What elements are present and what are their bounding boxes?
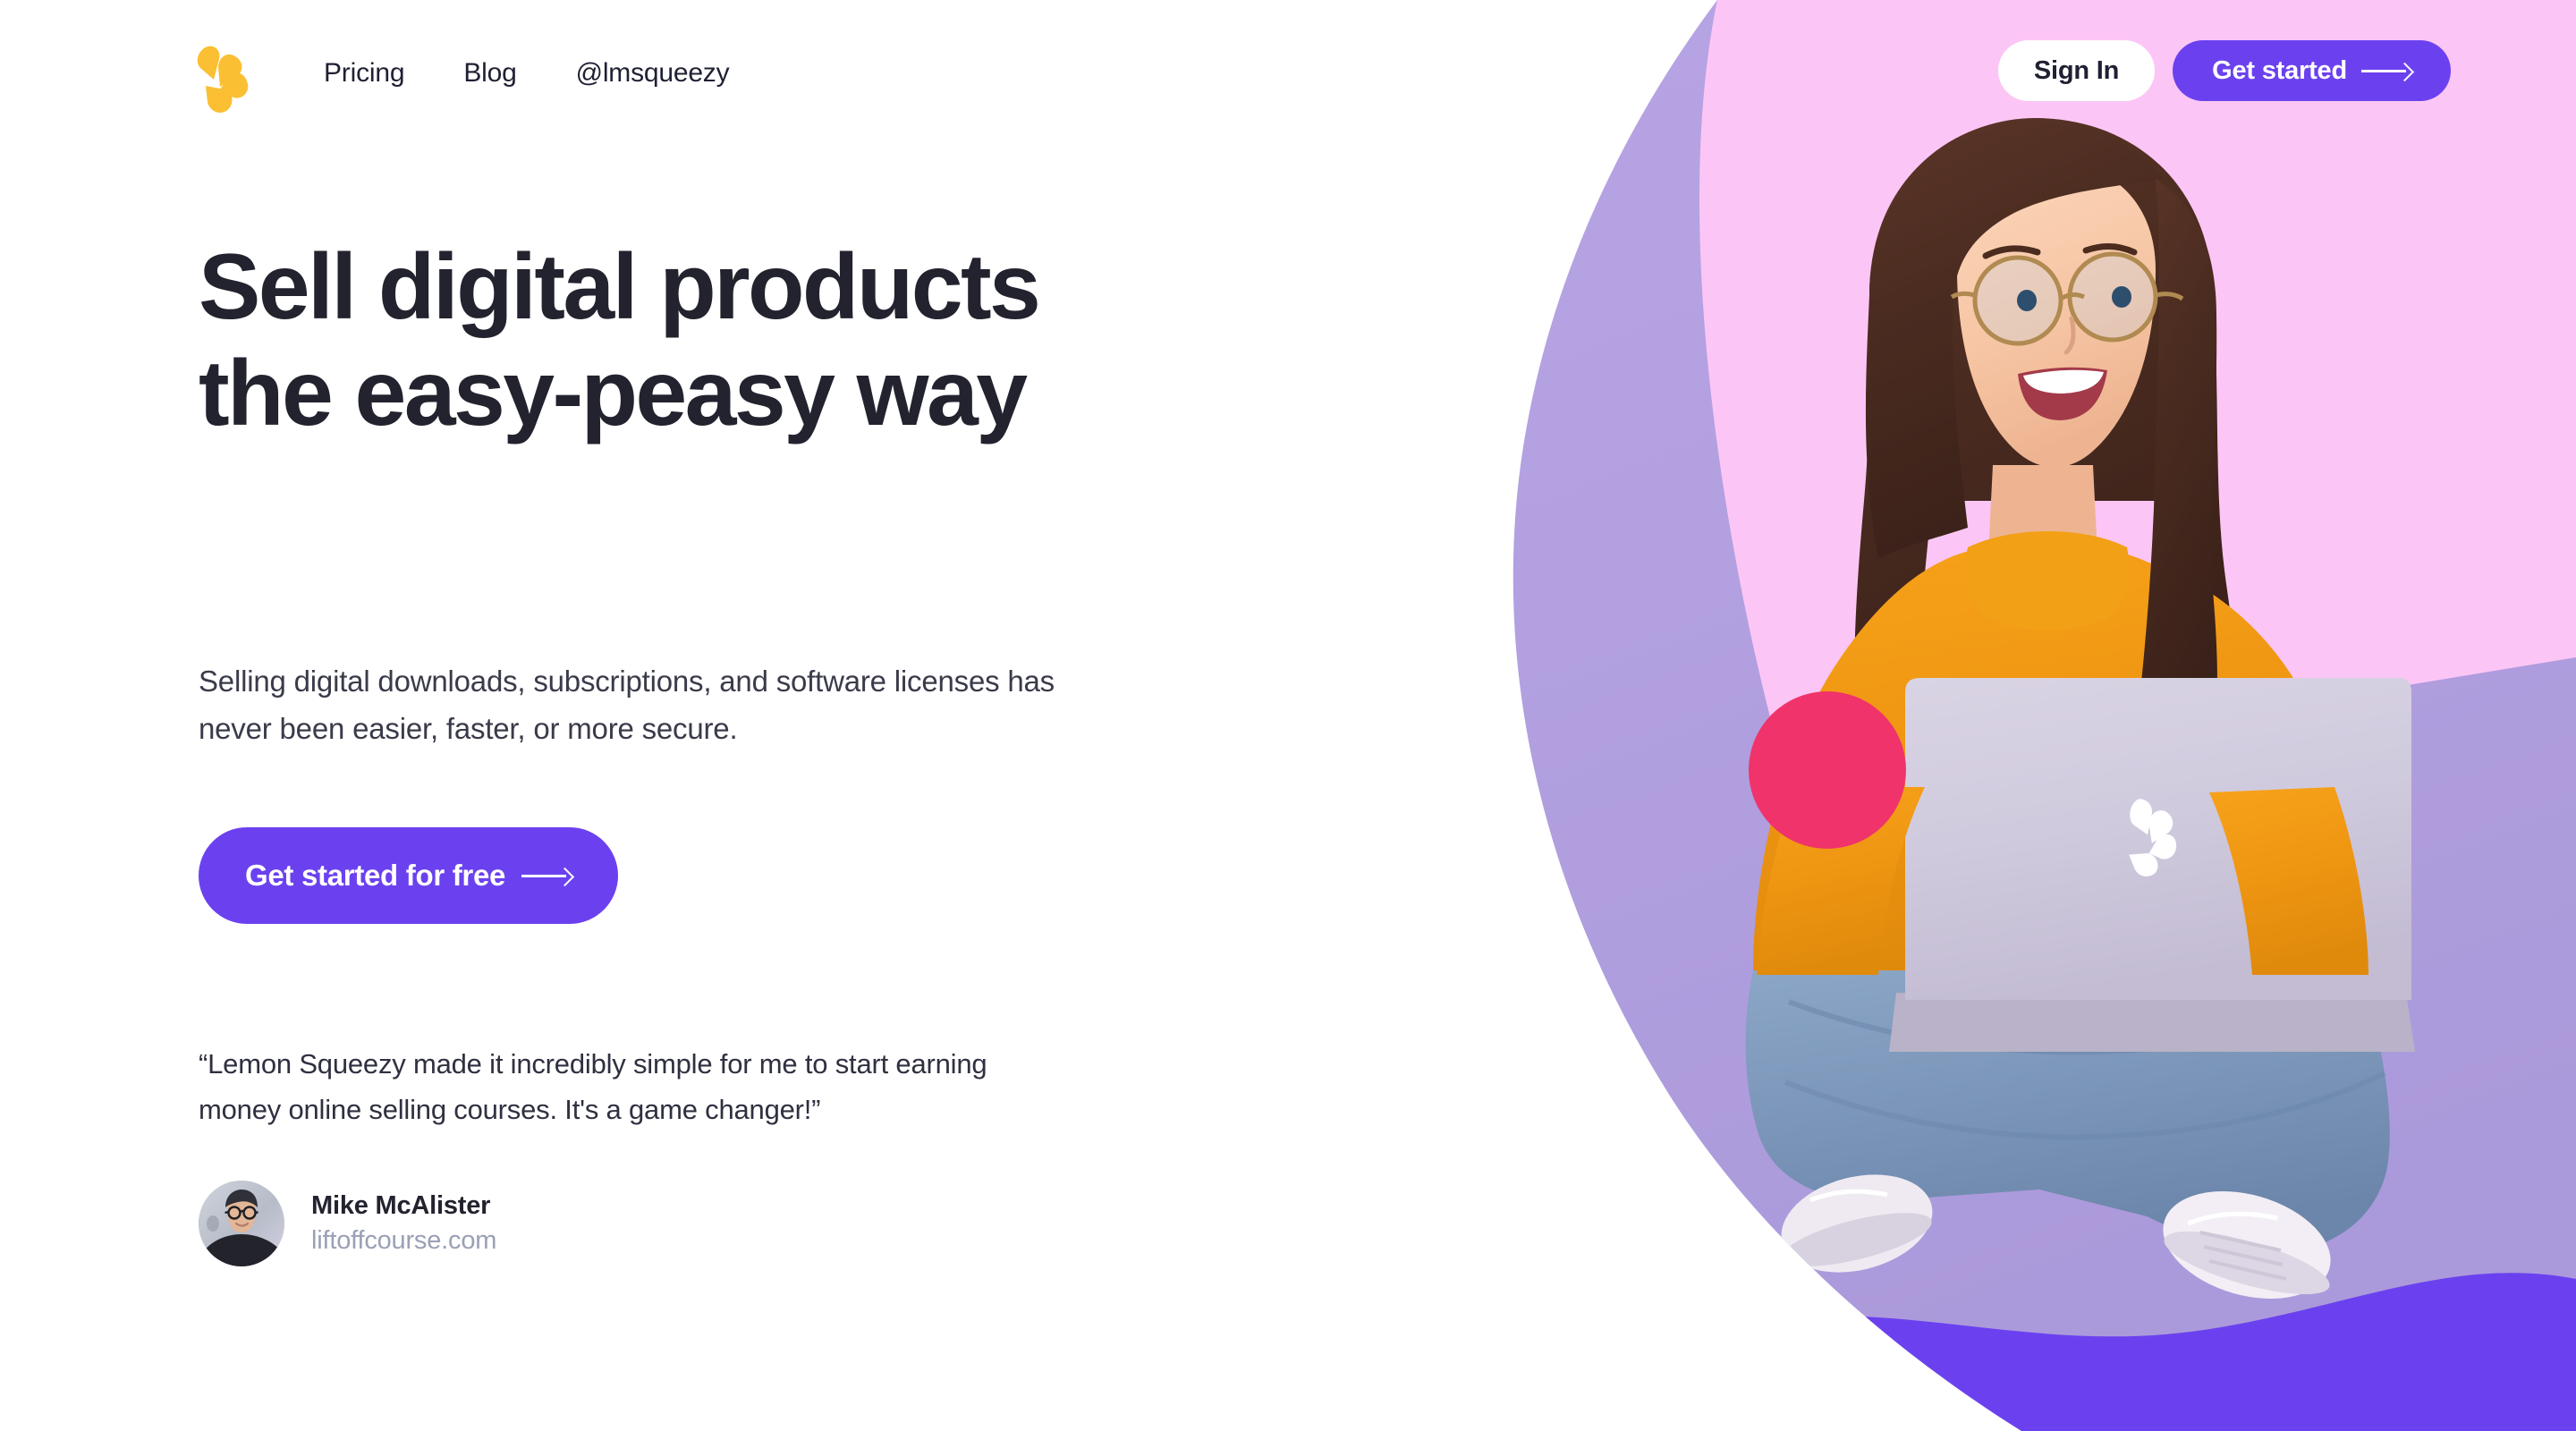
testimonial-author: Mike McAlister liftoffcourse.com — [199, 1181, 496, 1266]
long-arrow-right-icon — [521, 868, 572, 884]
purple-half-circle-bottom — [1513, 1173, 1583, 1278]
nav-link-blog[interactable]: Blog — [463, 55, 516, 91]
testimonial-quote: “Lemon Squeezy made it incredibly simple… — [199, 1048, 987, 1126]
get-started-for-free-label: Get started for free — [245, 859, 506, 892]
author-text: Mike McAlister liftoffcourse.com — [311, 1191, 496, 1256]
hero-image-panel — [1252, 0, 2576, 1431]
author-site[interactable]: liftoffcourse.com — [311, 1226, 496, 1256]
page-title: Sell digital products the easy-peasy way — [199, 235, 1041, 445]
sign-in-button[interactable]: Sign In — [1997, 40, 2156, 101]
nav-link-pricing[interactable]: Pricing — [324, 55, 405, 91]
yellow-circle — [1513, 55, 1574, 264]
hero-subtitle: Selling digital downloads, subscriptions… — [199, 665, 1055, 746]
lemon-squeezy-logo-icon[interactable] — [195, 45, 252, 113]
crimson-circle — [1749, 691, 1906, 849]
get-started-for-free-button[interactable]: Get started for free — [199, 827, 619, 924]
avatar — [199, 1181, 284, 1266]
nav-actions: Sign In Get started — [1997, 40, 2451, 101]
long-arrow-right-icon — [2361, 63, 2411, 79]
landing-page: Sell digital products the easy-peasy way… — [0, 0, 2576, 1431]
get-started-label: Get started — [2212, 55, 2347, 85]
hero-content: Sell digital products the easy-peasy way… — [0, 0, 1252, 1431]
get-started-button[interactable]: Get started — [2173, 40, 2451, 101]
author-name: Mike McAlister — [311, 1191, 491, 1220]
nav-links: Pricing Blog @lmsqueezy — [324, 55, 730, 91]
nav-link-twitter[interactable]: @lmsqueezy — [576, 55, 730, 91]
